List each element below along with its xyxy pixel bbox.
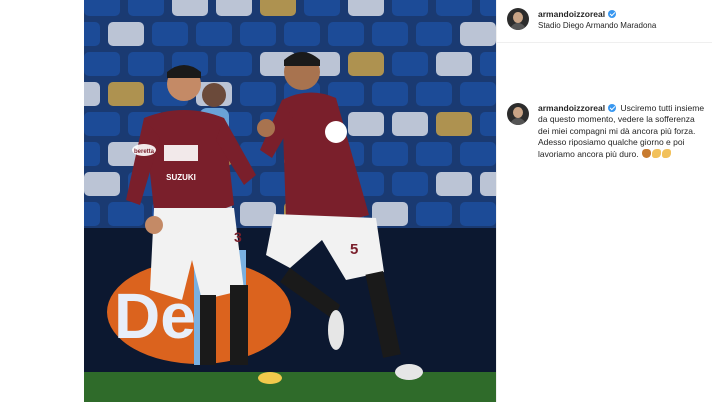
stadium-seat bbox=[84, 82, 100, 106]
stadium-seat bbox=[436, 52, 472, 76]
stadium-seat bbox=[216, 52, 252, 76]
stadium-seat bbox=[84, 202, 100, 226]
photo-canvas: De SUZUKI beretta 3 5 bbox=[84, 0, 496, 402]
stadium-seat bbox=[240, 202, 276, 226]
stadium-seat bbox=[84, 52, 120, 76]
stadium-seat bbox=[416, 142, 452, 166]
stadium-seat bbox=[460, 22, 496, 46]
stadium-seat bbox=[84, 112, 120, 136]
stadium-seat bbox=[416, 22, 452, 46]
flexed-biceps-icon bbox=[662, 148, 672, 158]
header-username[interactable]: armandoizzoreal bbox=[538, 9, 617, 19]
pitch bbox=[84, 372, 496, 402]
stadium-seat bbox=[108, 82, 144, 106]
stadium-seat bbox=[260, 0, 296, 16]
stadium-seat bbox=[460, 202, 496, 226]
stadium-seat bbox=[240, 22, 276, 46]
jersey-number-left: 3 bbox=[234, 229, 242, 245]
instagram-post: De SUZUKI beretta 3 5 armandoizzoreal St… bbox=[0, 0, 712, 402]
stadium-seat bbox=[128, 0, 164, 16]
stadium-seat bbox=[436, 0, 472, 16]
stadium-seat bbox=[328, 22, 364, 46]
stadium-seat bbox=[480, 52, 496, 76]
stadium-seat bbox=[108, 22, 144, 46]
stadium-seat bbox=[480, 0, 496, 16]
stadium-seat bbox=[108, 202, 144, 226]
post-sidebar: armandoizzoreal Stadio Diego Armando Mar… bbox=[496, 0, 712, 402]
post-photo[interactable]: De SUZUKI beretta 3 5 bbox=[84, 0, 496, 402]
stadium-seat bbox=[392, 52, 428, 76]
caption-avatar[interactable] bbox=[507, 103, 529, 125]
stadium-seat bbox=[152, 22, 188, 46]
stadium-seat bbox=[372, 202, 408, 226]
stadium-seat bbox=[436, 172, 472, 196]
stadium-seat bbox=[416, 202, 452, 226]
location-link[interactable]: Stadio Diego Armando Maradona bbox=[538, 21, 656, 30]
bull-icon bbox=[642, 148, 652, 158]
caption-username[interactable]: armandoizzoreal bbox=[538, 103, 617, 113]
sponsor-text: SUZUKI bbox=[166, 173, 196, 182]
header-username-text[interactable]: armandoizzoreal bbox=[538, 9, 605, 19]
jersey-number-right: 5 bbox=[350, 241, 358, 258]
stadium-seat bbox=[172, 0, 208, 16]
stadium-seat bbox=[372, 142, 408, 166]
post-header: armandoizzoreal Stadio Diego Armando Mar… bbox=[497, 0, 712, 43]
stadium-seat bbox=[196, 22, 232, 46]
stadium-seat bbox=[460, 142, 496, 166]
stadium-seat bbox=[128, 52, 164, 76]
verified-badge-icon bbox=[608, 104, 617, 112]
caption-text: armandoizzoreal Usciremo tutti insieme d… bbox=[538, 103, 708, 160]
verified-badge-icon bbox=[608, 10, 617, 18]
stadium-seat bbox=[240, 82, 276, 106]
stadium-seat bbox=[304, 0, 340, 16]
stadium-seat bbox=[436, 112, 472, 136]
stadium-seat bbox=[392, 112, 428, 136]
avatar[interactable] bbox=[507, 8, 529, 30]
stadium-seat bbox=[216, 0, 252, 16]
stadium-seat bbox=[480, 172, 496, 196]
stadium-seat bbox=[84, 142, 100, 166]
caption-block: armandoizzoreal Usciremo tutti insieme d… bbox=[497, 43, 712, 343]
stadium-seat bbox=[372, 82, 408, 106]
flexed-biceps-icon bbox=[652, 148, 662, 158]
left-gutter bbox=[0, 0, 84, 402]
stadium-seat bbox=[348, 0, 384, 16]
stadium-seat bbox=[392, 0, 428, 16]
stadium-seat bbox=[84, 22, 100, 46]
stadium-seat bbox=[392, 172, 428, 196]
stadium-seat bbox=[372, 22, 408, 46]
stadium-seat bbox=[84, 0, 120, 16]
stadium-seat bbox=[480, 112, 496, 136]
stadium-seat bbox=[416, 82, 452, 106]
stadium-seat bbox=[460, 82, 496, 106]
stadium-seat bbox=[284, 22, 320, 46]
stadium-seat bbox=[84, 172, 120, 196]
stadium-seat bbox=[348, 112, 384, 136]
caption-username-text[interactable]: armandoizzoreal bbox=[538, 103, 605, 113]
stadium-seat bbox=[348, 52, 384, 76]
sleeve-patch-text: beretta bbox=[134, 149, 155, 155]
